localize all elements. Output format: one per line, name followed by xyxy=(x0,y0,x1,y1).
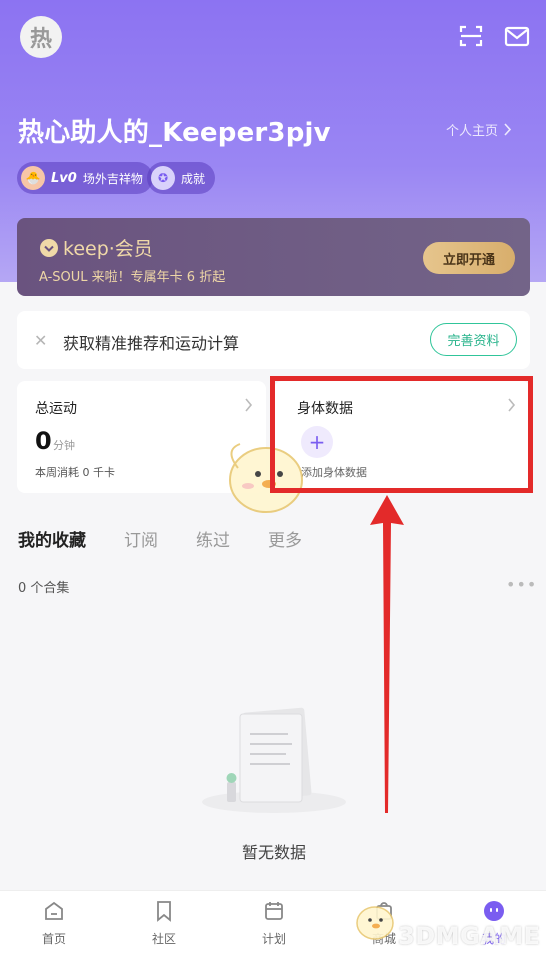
close-icon[interactable]: ✕ xyxy=(34,331,47,350)
level-label: Lv0 xyxy=(51,170,77,186)
vip-membership-card[interactable]: keep·会员 A-SOUL 来啦！专属年卡 6 折起 立即开通 xyxy=(17,218,530,296)
bookmark-icon xyxy=(157,901,171,922)
vip-promo-text: A-SOUL 来啦！专属年卡 6 折起 xyxy=(39,270,226,285)
weekly-calories: 本周消耗 0 千卡 xyxy=(35,466,115,479)
mascot-label: 场外吉祥物 xyxy=(82,171,143,186)
tabbar-home[interactable]: 首页 xyxy=(24,899,84,947)
profile-face-icon xyxy=(484,901,504,921)
more-options-icon[interactable]: ••• xyxy=(506,575,537,594)
complete-profile-tip: ✕ 获取精准推荐和运动计算 完善资料 xyxy=(17,311,530,369)
red-arrow-annotation xyxy=(370,495,404,813)
level-badge[interactable]: 🐣 Lv0 场外吉祥物 xyxy=(17,162,153,194)
profile-link-label: 个人主页 xyxy=(446,124,499,139)
empty-state-text: 暂无数据 xyxy=(242,843,307,862)
tab-subscriptions[interactable]: 订阅 xyxy=(124,526,158,551)
exercise-minutes: 0 xyxy=(35,427,52,455)
tip-text: 获取精准推荐和运动计算 xyxy=(63,334,240,353)
mascot-badge-icon: 🐣 xyxy=(21,166,45,190)
tabbar-plan-label: 计划 xyxy=(261,932,286,946)
profile-link[interactable]: 个人主页 xyxy=(446,120,512,139)
vip-brand-text: keep·会员 xyxy=(63,238,153,260)
tabbar-community-label: 社区 xyxy=(151,932,176,946)
keep-vip-logo: keep·会员 xyxy=(39,234,153,261)
medal-icon: ✪ xyxy=(151,166,175,190)
username: 热心助人的_Keeper3pjv xyxy=(18,118,331,148)
chevron-right-icon xyxy=(504,123,512,136)
avatar[interactable]: 热 xyxy=(20,16,62,58)
mail-icon[interactable] xyxy=(503,22,531,50)
collection-count: 0 个合集 xyxy=(18,581,70,596)
body-data-highlight xyxy=(270,376,533,493)
complete-profile-button[interactable]: 完善资料 xyxy=(430,323,517,356)
achievement-label: 成就 xyxy=(181,171,206,186)
open-vip-button[interactable]: 立即开通 xyxy=(423,242,515,274)
tabbar-home-label: 首页 xyxy=(41,932,66,946)
tab-my-favorites[interactable]: 我的收藏 xyxy=(18,526,86,551)
tabbar-community[interactable]: 社区 xyxy=(134,899,194,947)
home-icon xyxy=(45,901,63,920)
watermark-text: 3DMGAME xyxy=(398,922,541,950)
chick-logo-watermark xyxy=(356,906,394,940)
chevron-right-icon xyxy=(245,398,253,412)
scan-icon[interactable] xyxy=(457,22,485,50)
tabbar-plan[interactable]: 计划 xyxy=(244,899,304,947)
exercise-unit: 分钟 xyxy=(53,439,75,452)
total-exercise-title: 总运动 xyxy=(35,401,77,417)
tab-practiced[interactable]: 练过 xyxy=(196,526,230,551)
empty-document-illustration xyxy=(202,707,346,813)
tab-more[interactable]: 更多 xyxy=(268,526,302,551)
calendar-icon xyxy=(265,902,283,920)
achievement-badge[interactable]: ✪ 成就 xyxy=(147,162,216,194)
heart-icon xyxy=(40,238,58,257)
